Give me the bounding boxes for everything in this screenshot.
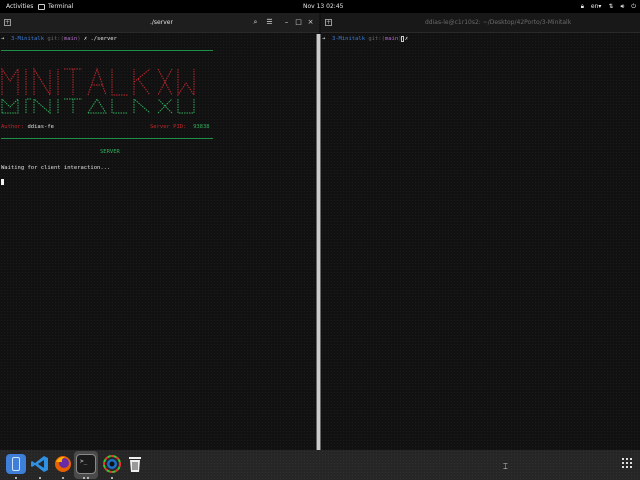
command-prompt: ➜ 3-Minitalk git:(main) ✗ ./server — [1, 36, 117, 42]
network-icon: ⇅ — [608, 3, 614, 10]
activities-button[interactable]: Activities — [6, 0, 33, 13]
tab-title: ddias-le@c1r10s2: ~/Desktop/42Porto/3-Mi… — [425, 19, 572, 26]
tab-server[interactable]: + ./server ⌕ ☰ – □ × — [0, 13, 319, 33]
terminal-pane-left[interactable]: ➜ 3-Minitalk git:(main) ✗ ./server Autho… — [0, 34, 316, 450]
keyboard-layout-icon[interactable]: en▾ — [591, 0, 602, 13]
new-tab-icon[interactable]: + — [4, 19, 11, 26]
new-tab-icon[interactable]: + — [325, 19, 332, 26]
app-menu[interactable]: Terminal — [38, 0, 73, 13]
maximize-icon[interactable]: □ — [293, 17, 304, 28]
system-tray[interactable]: 🔒︎ en▾ ⇅ 🔊︎ ⏻ — [581, 0, 636, 13]
files-icon[interactable] — [6, 454, 26, 474]
author-line: Author: ddias-fe — [1, 124, 54, 131]
show-apps-icon[interactable] — [622, 458, 632, 468]
dock: >_ — [0, 450, 640, 480]
menu-icon[interactable]: ☰ — [264, 17, 275, 28]
vscode-icon[interactable] — [30, 454, 50, 474]
color-picker-icon[interactable] — [102, 454, 122, 474]
ascii-art-banner — [1, 67, 195, 115]
author-value: ddias-fe — [27, 124, 55, 130]
firefox-icon[interactable] — [53, 454, 73, 474]
divider-line — [1, 50, 213, 51]
status-message: Waiting for client interaction... — [1, 165, 111, 171]
command-prompt: ➜ 3-Minitalk git:(main) ✗ — [322, 36, 409, 42]
terminal-cursor — [1, 179, 4, 185]
terminal-app-icon — [38, 3, 45, 10]
terminal-window: + ./server ⌕ ☰ – □ × + ddias-le@c1r10s2:… — [0, 13, 640, 450]
terminal-pane-right[interactable]: ➜ 3-Minitalk git:(main) ✗ — [321, 34, 640, 450]
divider-line — [1, 138, 213, 139]
server-title: SERVER — [100, 149, 120, 155]
running-indicator — [15, 477, 17, 479]
running-indicator — [83, 477, 85, 479]
terminal-cursor — [401, 36, 404, 42]
top-bar: Activities Terminal Nov 13 02:45 🔒︎ en▾ … — [0, 0, 640, 13]
clock[interactable]: Nov 13 02:45 — [303, 0, 343, 13]
lang-label: en — [590, 3, 599, 10]
pid-label: Server PID: — [150, 124, 187, 130]
tab-minitalk[interactable]: + ddias-le@c1r10s2: ~/Desktop/42Porto/3-… — [321, 13, 640, 33]
app-menu-label: Terminal — [48, 3, 74, 10]
running-indicator — [62, 477, 64, 479]
author-label: Author: — [1, 124, 25, 130]
minimize-icon[interactable]: – — [281, 17, 292, 28]
running-indicator — [111, 477, 113, 479]
pid-value: 93838 — [193, 124, 210, 130]
power-icon: ⏻ — [631, 3, 636, 10]
mouse-pointer-icon: ⌶ — [503, 462, 508, 471]
trash-icon[interactable] — [125, 454, 145, 474]
volume-icon: 🔊︎ — [620, 3, 625, 10]
lock-icon: 🔒︎ — [580, 3, 584, 10]
running-indicator — [39, 477, 41, 479]
terminal-icon[interactable]: >_ — [76, 454, 96, 474]
close-icon[interactable]: × — [305, 17, 316, 28]
search-icon[interactable]: ⌕ — [250, 17, 261, 28]
running-indicator — [87, 477, 89, 479]
tab-title: ./server — [150, 19, 173, 26]
server-pid-line: Server PID: 93838 — [150, 124, 210, 131]
